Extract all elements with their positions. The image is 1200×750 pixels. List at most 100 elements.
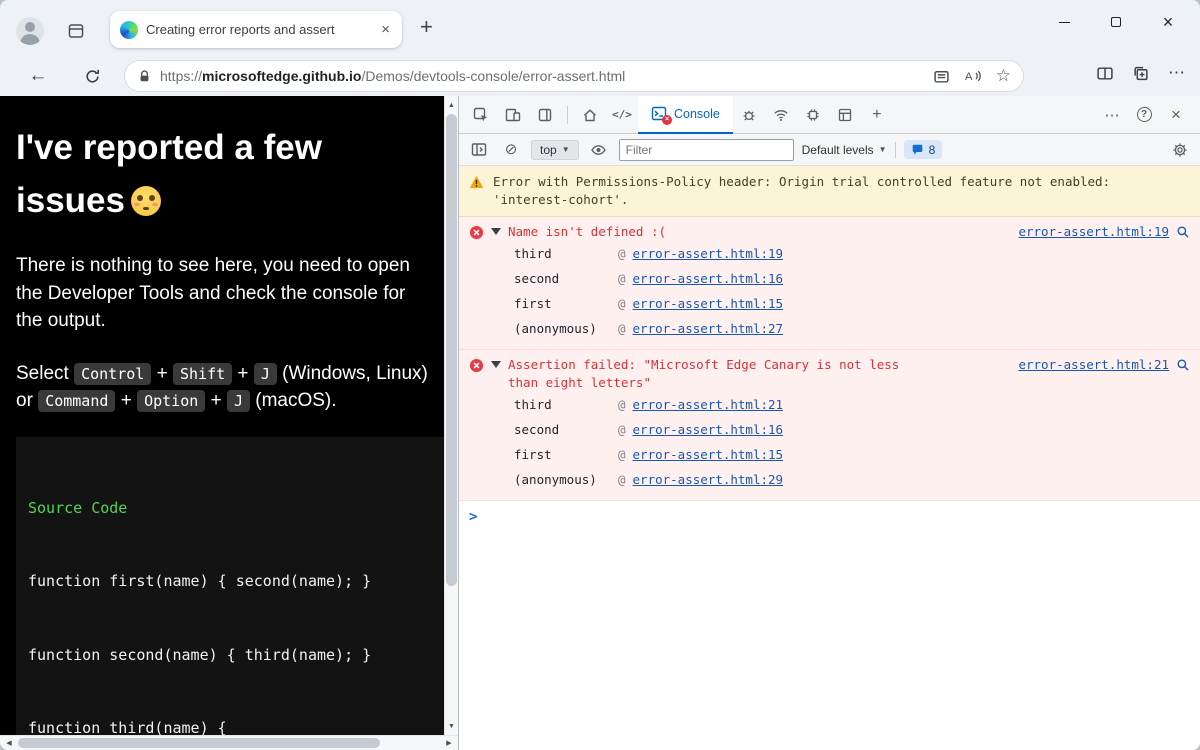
error-source-link[interactable]: error-assert.html:19 bbox=[1018, 224, 1169, 239]
stack-at: @ bbox=[618, 392, 626, 417]
chevron-down-icon: ▼ bbox=[879, 145, 887, 154]
kbd-j: J bbox=[254, 363, 277, 385]
scroll-down-arrow[interactable]: ▼ bbox=[445, 719, 458, 733]
titlebar: Creating error reports and assert × + × bbox=[0, 0, 1200, 56]
panel-layout-icon[interactable] bbox=[529, 100, 561, 130]
code-title: Source Code bbox=[28, 496, 444, 521]
stack-frame: second@error-assert.html:16 bbox=[469, 417, 1190, 442]
stack-at: @ bbox=[618, 316, 626, 341]
log-levels-dropdown[interactable]: Default levels ▼ bbox=[802, 143, 887, 157]
stack-at: @ bbox=[618, 442, 626, 467]
expand-triangle-icon[interactable] bbox=[491, 361, 501, 368]
warning-icon bbox=[469, 175, 484, 189]
console-settings-gear-icon[interactable] bbox=[1168, 138, 1192, 162]
stack-source-link[interactable]: error-assert.html:19 bbox=[633, 241, 784, 266]
close-tab-icon[interactable]: × bbox=[379, 21, 392, 38]
stack-source-link[interactable]: error-assert.html:16 bbox=[633, 417, 784, 442]
divider bbox=[895, 142, 896, 158]
scroll-up-arrow[interactable]: ▲ bbox=[445, 98, 458, 112]
stack-source-link[interactable]: error-assert.html:16 bbox=[633, 266, 784, 291]
stack-at: @ bbox=[618, 417, 626, 442]
error-icon bbox=[469, 225, 484, 240]
back-button[interactable]: ← bbox=[24, 63, 52, 89]
console-sidebar-icon[interactable] bbox=[467, 138, 491, 162]
immersive-reader-icon[interactable] bbox=[933, 68, 950, 85]
error-message: Assertion failed: "Microsoft Edge Canary… bbox=[508, 356, 918, 392]
issues-counter[interactable]: 8 bbox=[904, 140, 943, 159]
minimize-button[interactable] bbox=[1038, 0, 1090, 44]
javascript-context-dropdown[interactable]: top ▼ bbox=[531, 140, 579, 160]
console-icon: × bbox=[651, 106, 667, 121]
magnifier-icon[interactable] bbox=[1176, 358, 1190, 372]
error-icon bbox=[469, 358, 484, 373]
tab-title: Creating error reports and assert bbox=[146, 22, 371, 37]
tab-network-wifi-icon[interactable] bbox=[765, 100, 797, 130]
tab-actions-icon[interactable] bbox=[64, 19, 88, 43]
console-warning-message: Error with Permissions-Policy header: Or… bbox=[459, 166, 1200, 217]
browser-settings-icon[interactable]: ⋯ bbox=[1168, 63, 1186, 83]
expand-triangle-icon[interactable] bbox=[491, 228, 501, 235]
code-line: function second(name) { third(name); } bbox=[28, 643, 444, 668]
scroll-right-arrow[interactable]: ▶ bbox=[442, 736, 456, 750]
horizontal-scrollbar-thumb[interactable] bbox=[18, 738, 380, 748]
message-bubble-icon bbox=[911, 144, 924, 156]
magnifier-icon[interactable] bbox=[1176, 225, 1190, 239]
stack-source-link[interactable]: error-assert.html:15 bbox=[633, 291, 784, 316]
clear-console-icon[interactable]: ⊘ bbox=[499, 138, 523, 162]
filter-input[interactable] bbox=[619, 139, 794, 161]
device-emulation-icon[interactable] bbox=[497, 100, 529, 130]
window-controls: × bbox=[1038, 0, 1194, 44]
console-messages: Error with Permissions-Policy header: Or… bbox=[459, 166, 1200, 750]
stack-at: @ bbox=[618, 467, 626, 492]
tab-welcome-home-icon[interactable] bbox=[574, 100, 606, 130]
stack-source-link[interactable]: error-assert.html:15 bbox=[633, 442, 784, 467]
stack-source-link[interactable]: error-assert.html:21 bbox=[633, 392, 784, 417]
scroll-left-arrow[interactable]: ◀ bbox=[2, 736, 16, 750]
context-label: top bbox=[540, 143, 557, 157]
stack-source-link[interactable]: error-assert.html:27 bbox=[633, 316, 784, 341]
levels-label: Default levels bbox=[802, 143, 874, 157]
collections-icon[interactable] bbox=[1132, 65, 1150, 82]
vertical-scrollbar[interactable]: ▲ ▼ bbox=[444, 96, 458, 735]
console-prompt[interactable]: > bbox=[459, 501, 1200, 531]
stack-at: @ bbox=[618, 241, 626, 266]
url-text: https://microsoftedge.github.io/Demos/de… bbox=[160, 68, 625, 84]
more-tools-add-button[interactable]: + bbox=[861, 100, 893, 130]
kbd-command: Command bbox=[38, 390, 115, 412]
stack-function: third bbox=[514, 392, 618, 417]
split-screen-icon[interactable] bbox=[1096, 65, 1114, 82]
prompt-chevron-icon: > bbox=[469, 509, 477, 525]
content-area: I've reported a few issues There is noth… bbox=[0, 96, 1200, 750]
maximize-button[interactable] bbox=[1090, 0, 1142, 44]
edge-favicon-icon bbox=[120, 21, 138, 39]
live-expression-eye-icon[interactable] bbox=[587, 138, 611, 162]
read-aloud-icon[interactable]: A bbox=[964, 68, 982, 84]
devtools-more-options[interactable]: ⋯ bbox=[1096, 100, 1128, 130]
favorites-star-icon[interactable]: ☆ bbox=[996, 68, 1011, 84]
profile-avatar[interactable] bbox=[16, 17, 44, 45]
code-line: function first(name) { second(name); } bbox=[28, 569, 444, 594]
horizontal-scrollbar[interactable]: ◀ ▶ bbox=[0, 735, 458, 750]
tab-issues-bug-icon[interactable] bbox=[733, 100, 765, 130]
browser-tab[interactable]: Creating error reports and assert × bbox=[110, 11, 402, 48]
address-bar[interactable]: https://microsoftedge.github.io/Demos/de… bbox=[124, 60, 1024, 92]
inspect-tool-icon[interactable] bbox=[465, 100, 497, 130]
new-tab-button[interactable]: + bbox=[420, 14, 433, 40]
tab-elements[interactable]: </> bbox=[606, 100, 638, 130]
stack-frame: (anonymous)@error-assert.html:27 bbox=[469, 316, 1190, 341]
webpage: I've reported a few issues There is noth… bbox=[0, 96, 444, 735]
close-devtools-button[interactable]: × bbox=[1160, 100, 1192, 130]
close-window-button[interactable]: × bbox=[1142, 0, 1194, 44]
stack-frame: third@error-assert.html:19 bbox=[469, 241, 1190, 266]
flushed-emoji bbox=[131, 186, 161, 216]
tab-application-icon[interactable] bbox=[829, 100, 861, 130]
stack-frame: second@error-assert.html:16 bbox=[469, 266, 1190, 291]
devtools-help-button[interactable]: ? bbox=[1128, 100, 1160, 130]
tab-console[interactable]: × Console bbox=[638, 96, 733, 134]
stack-source-link[interactable]: error-assert.html:29 bbox=[633, 467, 784, 492]
kbd-j2: J bbox=[227, 390, 250, 412]
error-source-link[interactable]: error-assert.html:21 bbox=[1018, 357, 1169, 372]
tab-performance-chip-icon[interactable] bbox=[797, 100, 829, 130]
refresh-button[interactable] bbox=[78, 63, 106, 89]
vertical-scrollbar-thumb[interactable] bbox=[446, 114, 457, 586]
